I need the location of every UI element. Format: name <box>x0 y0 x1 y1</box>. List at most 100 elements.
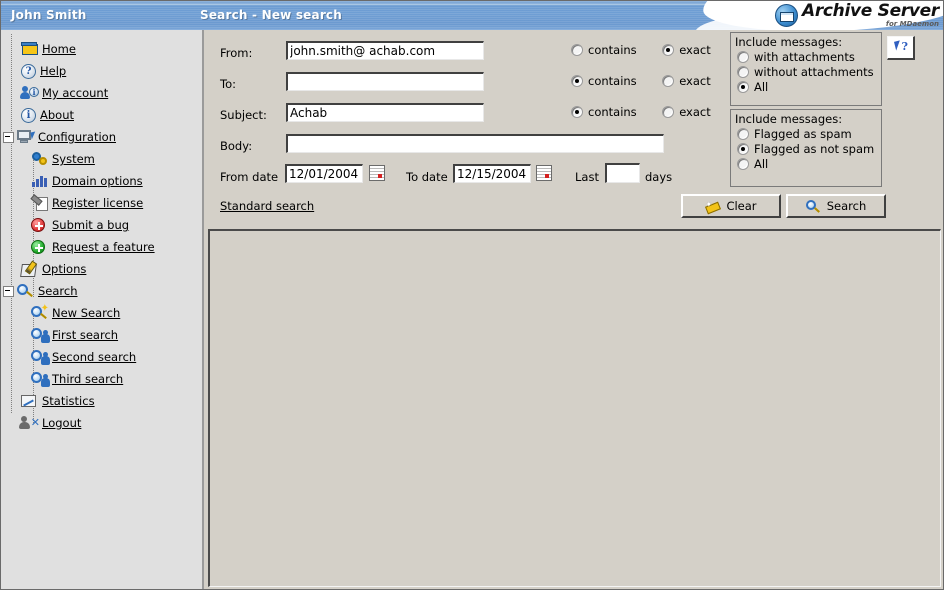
sidebar-item-request-a-feature[interactable]: Request a feature <box>1 236 202 258</box>
from-date-input[interactable] <box>285 164 363 183</box>
from-exact-radio[interactable]: exact <box>662 43 711 57</box>
sidebar-item-system[interactable]: System <box>1 148 202 170</box>
search-results-panel[interactable] <box>208 229 941 587</box>
plus-red-icon <box>31 217 48 233</box>
subject-contains-radio[interactable]: contains <box>571 105 637 119</box>
radio-label: Flagged as not spam <box>754 142 875 156</box>
sidebar-item-my-account[interactable]: i My account <box>1 82 202 104</box>
all-spam-radio[interactable]: All <box>737 157 877 171</box>
sidebar-item-label[interactable]: Request a feature <box>52 240 155 254</box>
to-exact-radio[interactable]: exact <box>662 74 711 88</box>
with-attachments-radio[interactable]: with attachments <box>737 50 877 64</box>
sidebar-item-label[interactable]: Home <box>42 42 76 56</box>
search-form: From: To: Subject: Body: contains exact <box>206 30 943 226</box>
bar-chart-icon <box>31 173 48 189</box>
clear-button[interactable]: Clear <box>681 194 781 218</box>
sidebar-item-label[interactable]: Statistics <box>42 394 95 408</box>
flagged-as-spam-radio[interactable]: Flagged as spam <box>737 127 877 141</box>
sidebar-item-label[interactable]: Submit a bug <box>52 218 129 232</box>
from-match-options: contains exact <box>571 43 733 59</box>
sidebar-item-label[interactable]: Second search <box>52 350 136 364</box>
help-question-icon: ? <box>21 63 36 79</box>
sidebar-item-label[interactable]: My account <box>42 86 108 100</box>
sidebar-item-label[interactable]: Options <box>42 262 86 276</box>
sidebar-item-label[interactable]: Configuration <box>38 130 116 144</box>
sidebar-item-submit-a-bug[interactable]: Submit a bug <box>1 214 202 236</box>
from-contains-radio[interactable]: contains <box>571 43 637 57</box>
question-mark-icon: ? <box>901 40 908 53</box>
sidebar-item-statistics[interactable]: Statistics <box>1 390 202 412</box>
to-match-options: contains exact <box>571 74 733 90</box>
all-attachments-radio[interactable]: All <box>737 80 877 94</box>
navigation-sidebar: Home ? Help i My account i About Configu… <box>1 30 204 589</box>
tree-toggle <box>9 111 18 120</box>
sidebar-item-register-license[interactable]: Register license <box>1 192 202 214</box>
from-input[interactable] <box>286 41 484 60</box>
radio-indicator <box>737 143 749 155</box>
sidebar-item-first-search[interactable]: First search <box>1 324 202 346</box>
without-attachments-radio[interactable]: without attachments <box>737 65 877 79</box>
sidebar-item-about[interactable]: i About <box>1 104 202 126</box>
sidebar-item-label[interactable]: Help <box>40 64 66 78</box>
computer-icon <box>17 129 37 145</box>
sidebar-item-configuration[interactable]: Configuration <box>1 126 202 148</box>
user-info-icon: i <box>20 85 39 101</box>
new-search-icon: ✦ <box>31 304 49 321</box>
to-input[interactable] <box>286 72 484 91</box>
tree-toggle-collapse-icon[interactable] <box>3 285 14 297</box>
sidebar-item-new-search[interactable]: ✦ New Search <box>1 302 202 324</box>
flagged-as-not-spam-radio[interactable]: Flagged as not spam <box>737 142 877 156</box>
fieldset-legend: Include messages: <box>735 35 843 49</box>
header-username: John Smith <box>11 8 87 22</box>
to-date-input[interactable] <box>453 164 531 183</box>
sidebar-item-label[interactable]: About <box>40 108 74 122</box>
navigation-tree: Home ? Help i My account i About Configu… <box>1 30 202 434</box>
sidebar-item-label[interactable]: Search <box>38 284 78 298</box>
sidebar-item-label[interactable]: Third search <box>52 372 123 386</box>
sidebar-item-second-search[interactable]: Second search <box>1 346 202 368</box>
subject-match-options: contains exact <box>571 105 733 121</box>
sidebar-item-logout[interactable]: ✕ Logout <box>1 412 202 434</box>
context-help-button[interactable]: ? <box>887 36 915 60</box>
sidebar-item-label[interactable]: Register license <box>52 196 143 210</box>
to-date-calendar-icon[interactable] <box>536 165 552 181</box>
tree-toggle <box>9 265 18 274</box>
sidebar-item-label[interactable]: Domain options <box>52 174 143 188</box>
last-days-input[interactable] <box>605 163 640 183</box>
radio-indicator <box>737 81 749 93</box>
body-input[interactable] <box>286 134 664 153</box>
standard-search-link[interactable]: Standard search <box>220 199 314 213</box>
radio-label: All <box>754 157 769 171</box>
radio-indicator <box>737 128 749 140</box>
home-icon <box>21 41 38 57</box>
sidebar-item-label[interactable]: New Search <box>52 306 120 320</box>
sidebar-item-domain-options[interactable]: Domain options <box>1 170 202 192</box>
radio-indicator <box>737 66 749 78</box>
to-label: To: <box>220 77 236 91</box>
sidebar-item-third-search[interactable]: Third search <box>1 368 202 390</box>
radio-indicator <box>737 51 749 63</box>
sidebar-item-options[interactable]: Options <box>1 258 202 280</box>
search-button[interactable]: Search <box>786 194 886 218</box>
sidebar-item-help[interactable]: ? Help <box>1 60 202 82</box>
application-window: John Smith Search - New search Archive S… <box>0 0 944 590</box>
subject-input[interactable] <box>286 103 484 122</box>
sidebar-item-label[interactable]: System <box>52 152 95 166</box>
radio-label: contains <box>588 74 637 88</box>
tree-toggle-collapse-icon[interactable] <box>3 131 14 143</box>
sidebar-item-label[interactable]: First search <box>52 328 118 342</box>
content-area: From: To: Subject: Body: contains exact <box>206 30 943 589</box>
from-date-label: From date <box>220 170 279 184</box>
sidebar-item-search[interactable]: Search <box>1 280 202 302</box>
user-search-icon <box>31 327 50 343</box>
sidebar-item-home[interactable]: Home <box>1 38 202 60</box>
tree-toggle <box>9 397 18 406</box>
subject-exact-radio[interactable]: exact <box>662 105 711 119</box>
from-date-calendar-icon[interactable] <box>369 165 385 181</box>
last-days-prefix-label: Last <box>575 170 599 184</box>
to-contains-radio[interactable]: contains <box>571 74 637 88</box>
tree-toggle <box>9 45 18 54</box>
user-search-icon <box>31 371 50 387</box>
magnifier-icon <box>805 199 820 213</box>
sidebar-item-label[interactable]: Logout <box>42 416 81 430</box>
